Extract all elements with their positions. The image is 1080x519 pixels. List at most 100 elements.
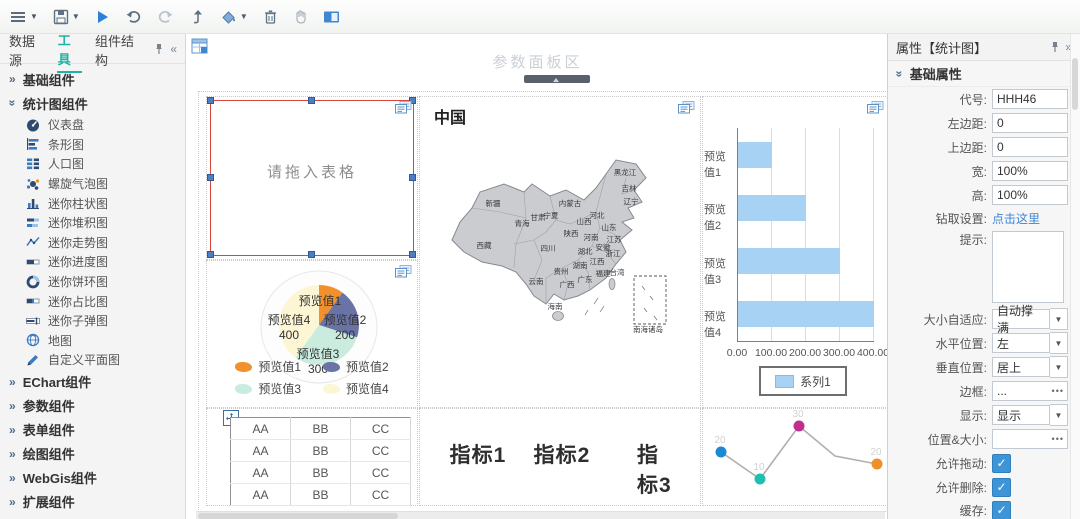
- possize-field[interactable]: •••: [992, 429, 1068, 449]
- data-table[interactable]: AA BB CC AA BB CC AA BB CC AA BB CC: [230, 417, 411, 506]
- sidebar-item-螺旋气泡图[interactable]: 螺旋气泡图: [0, 174, 185, 194]
- top-margin-field[interactable]: 0: [992, 137, 1068, 157]
- hand-icon[interactable]: [293, 9, 308, 25]
- pie-chart-widget[interactable]: 预览值1 预览值2 200 预览值3 300 预览值4 400 预览值1 预览值2 预览值3 预览值…: [206, 260, 418, 408]
- sidebar-section-3[interactable]: » 参数组件: [0, 394, 185, 418]
- dropdown-button[interactable]: ▼: [1049, 308, 1068, 330]
- allow-delete-checkbox[interactable]: ✓: [992, 477, 1011, 497]
- sidebar-item-迷你走势图[interactable]: 迷你走势图: [0, 233, 185, 253]
- sidebar-item-条形图[interactable]: 条形图: [0, 135, 185, 155]
- sidebar-section-2[interactable]: » EChart组件: [0, 370, 185, 394]
- drill-settings-link[interactable]: 点击这里: [992, 210, 1040, 227]
- more-button[interactable]: •••: [1052, 386, 1064, 396]
- resize-handle[interactable]: [207, 174, 214, 181]
- bar[interactable]: [738, 194, 806, 221]
- sidebar-item-仪表盘[interactable]: 仪表盘: [0, 115, 185, 135]
- bar[interactable]: [738, 301, 874, 328]
- bar[interactable]: [738, 141, 772, 168]
- cache-checkbox[interactable]: ✓: [992, 500, 1011, 519]
- collapse-sidebar-icon[interactable]: «: [170, 42, 177, 56]
- table-cell[interactable]: BB: [290, 483, 351, 506]
- table-row[interactable]: AA BB CC: [230, 483, 411, 506]
- valign-select[interactable]: 居上: [992, 357, 1050, 377]
- pin-icon[interactable]: [1050, 41, 1060, 53]
- resize-handle[interactable]: [308, 251, 315, 258]
- dropdown-button[interactable]: ▼: [1049, 356, 1068, 378]
- table-cell[interactable]: CC: [350, 483, 411, 506]
- resize-handle[interactable]: [409, 251, 416, 258]
- sidebar-section-4[interactable]: » 表单组件: [0, 418, 185, 442]
- display-select[interactable]: 显示: [992, 405, 1050, 425]
- code-field[interactable]: HHH46: [992, 89, 1068, 109]
- allow-drag-checkbox[interactable]: ✓: [992, 453, 1011, 473]
- resize-handle[interactable]: [308, 97, 315, 104]
- resize-handle[interactable]: [409, 174, 416, 181]
- metrics-widget[interactable]: 指标1 指标2 指标3: [419, 408, 701, 506]
- design-canvas[interactable]: 参数面板区 请拖入表格 预览值1 预览值2 200 预览值3 300 预览值4 400 预览值…: [186, 34, 887, 519]
- param-panel-collapse-handle[interactable]: [524, 75, 590, 83]
- table-row[interactable]: AA BB CC: [230, 417, 411, 440]
- china-map[interactable]: 新疆 西藏 青海 甘肃 内蒙古 宁夏 陕西 山西 河北 黑龙江 吉林 辽宁 山东 河南 江苏 安徽 湖北 四川 贵州…: [438, 145, 686, 363]
- redo-icon[interactable]: [157, 9, 174, 25]
- halign-select[interactable]: 左: [992, 333, 1050, 353]
- sidebar-item-自定义平面图[interactable]: 自定义平面图: [0, 350, 185, 370]
- dropdown-button[interactable]: ▼: [1049, 404, 1068, 426]
- table-cell[interactable]: AA: [230, 417, 291, 440]
- undo-icon[interactable]: [125, 9, 142, 25]
- horizontal-scrollbar[interactable]: [196, 511, 885, 519]
- table-cell[interactable]: AA: [230, 483, 291, 506]
- legend-item[interactable]: 预览值4: [323, 380, 389, 397]
- tip-textarea[interactable]: [992, 231, 1064, 303]
- sidebar-item-迷你子弹图[interactable]: 迷你子弹图: [0, 311, 185, 331]
- border-field[interactable]: ... •••: [992, 381, 1068, 401]
- legend-item[interactable]: 预览值2: [323, 358, 389, 375]
- selection-box[interactable]: 请拖入表格: [207, 97, 416, 258]
- table-cell[interactable]: CC: [350, 417, 411, 440]
- bar-chart-widget[interactable]: 预览值1 预览值2 预览值3 预览值4 0.00 100.00 200.00 300.00 40…: [702, 96, 887, 408]
- autosize-select[interactable]: 自动撑满: [992, 304, 1050, 335]
- upload-icon[interactable]: [189, 9, 205, 25]
- table-cell[interactable]: BB: [290, 417, 351, 440]
- dropdown-button[interactable]: ▼: [1049, 332, 1068, 354]
- table-cell[interactable]: AA: [230, 461, 291, 484]
- bar[interactable]: [738, 248, 840, 274]
- run-icon[interactable]: [95, 9, 110, 25]
- table-cell[interactable]: CC: [350, 439, 411, 462]
- delete-icon[interactable]: [263, 9, 278, 25]
- sidebar-section-7[interactable]: » 扩展组件: [0, 490, 185, 514]
- sidebar-item-迷你饼环图[interactable]: 迷你饼环图: [0, 272, 185, 292]
- widget-settings-icon[interactable]: [395, 265, 412, 278]
- resize-handle[interactable]: [207, 97, 214, 104]
- fill-icon[interactable]: ▼: [220, 9, 248, 25]
- sidebar-item-人口图[interactable]: 人口图: [0, 154, 185, 174]
- widget-settings-icon[interactable]: [395, 101, 412, 114]
- sidebar-item-迷你堆积图[interactable]: 迷你堆积图: [0, 213, 185, 233]
- width-field[interactable]: 100%: [992, 161, 1068, 181]
- resize-handle[interactable]: [207, 251, 214, 258]
- left-margin-field[interactable]: 0: [992, 113, 1068, 133]
- table-cell[interactable]: CC: [350, 461, 411, 484]
- widget-settings-icon[interactable]: [678, 101, 695, 114]
- table-cell[interactable]: AA: [230, 439, 291, 462]
- height-field[interactable]: 100%: [992, 185, 1068, 205]
- map-widget[interactable]: 中国 新疆 西藏 青海 甘肃 内蒙古 宁夏 陕西 山西 河北 黑龙江 吉林 辽宁 山东 河南 江苏 安徽 湖北四…: [419, 96, 701, 408]
- save-icon[interactable]: ▼: [53, 9, 80, 25]
- table-cell[interactable]: BB: [290, 439, 351, 462]
- sidebar-section-0[interactable]: » 基础组件: [0, 67, 185, 91]
- table-placeholder-widget[interactable]: 请拖入表格: [206, 96, 418, 260]
- dropdown-caret-icon[interactable]: ▼: [72, 12, 80, 21]
- table-row[interactable]: AA BB CC: [230, 461, 411, 484]
- table-row[interactable]: AA BB CC: [230, 439, 411, 462]
- menu-icon[interactable]: ▼: [10, 9, 38, 25]
- sidebar-section-1[interactable]: » 统计图组件: [0, 91, 185, 115]
- vertical-scrollbar[interactable]: [1070, 34, 1080, 519]
- line-chart-widget[interactable]: 20 10 30 20: [702, 408, 887, 506]
- sidebar-item-地图[interactable]: 地图: [0, 331, 185, 351]
- table-cell[interactable]: BB: [290, 461, 351, 484]
- legend-item[interactable]: 预览值1: [235, 358, 301, 375]
- mini-table-widget[interactable]: AA BB CC AA BB CC AA BB CC AA BB CC: [206, 408, 418, 506]
- sidebar-item-迷你柱状图[interactable]: 迷你柱状图: [0, 193, 185, 213]
- panel-icon[interactable]: [323, 9, 340, 25]
- legend-item[interactable]: 预览值3: [235, 380, 301, 397]
- bar-legend[interactable]: 系列1: [759, 366, 847, 396]
